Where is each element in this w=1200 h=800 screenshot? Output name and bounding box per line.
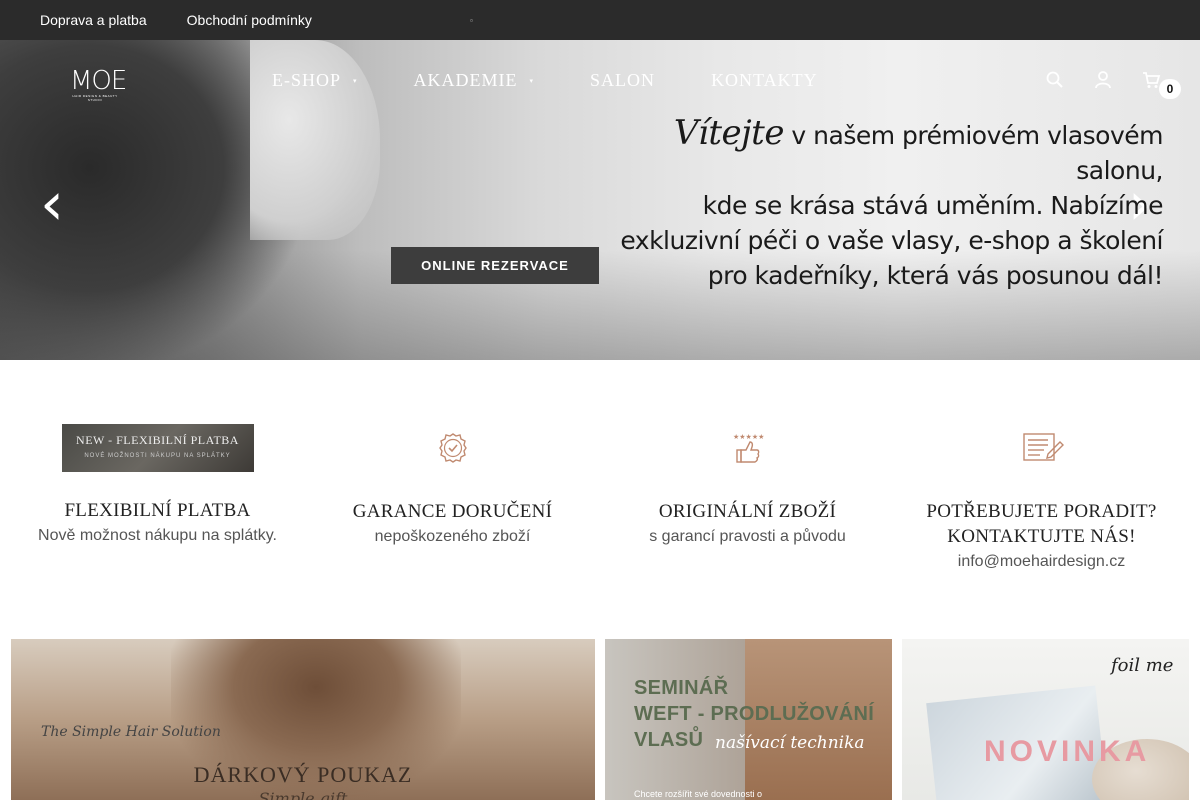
gift-voucher-card[interactable]: The Simple Hair Solution DÁRKOVÝ POUKAZ … [11, 639, 595, 800]
feature-desc: nepoškozeného zboží [374, 528, 531, 545]
contact-note-icon [1022, 433, 1064, 461]
headline-line2: kde se krása stává uměním. Nabízíme [702, 191, 1164, 220]
headline-script: Vítejte [673, 113, 785, 153]
prev-slide-arrow[interactable]: ‹ [40, 174, 64, 234]
voucher-script: The Simple Hair Solution [41, 724, 221, 740]
nav-salon-label: SALON [590, 70, 656, 90]
seminar-card[interactable]: SEMINÁŘ WEFT - PRODLUŽOVÁNÍ VLASŮ našíva… [605, 639, 892, 800]
features-strip: NEW - FLEXIBILNÍ PLATBA NOVÉ MOŽNOSTI NÁ… [0, 360, 1200, 620]
badge-check-icon [438, 433, 467, 463]
search-icon[interactable] [1045, 70, 1065, 90]
site-logo[interactable]: MOE HAIR DESIGN & BEAUTY STUDIO [70, 66, 127, 102]
feature-desc: s garancí pravosti a původu [649, 528, 846, 545]
seminar-line1: SEMINÁŘ [634, 677, 729, 699]
feature-original-goods: ★★★★★ ORIGINÁLNÍ ZBOŽÍ s garancí pravost… [600, 424, 895, 549]
feature-delivery-guarantee: GARANCE DORUČENÍ nepoškozeného zboží [305, 424, 600, 549]
link-terms[interactable]: Obchodní podmínky [187, 12, 312, 28]
nav-eshop[interactable]: E-SHOP ▾ [272, 70, 358, 91]
novinka-title: NOVINKA [984, 735, 1151, 768]
nav-eshop-label: E-SHOP [272, 70, 342, 90]
headline-line1: v našem prémiovém vlasovém salonu, [783, 121, 1163, 185]
feature-title: GARANCE DORUČENÍ [352, 501, 553, 522]
link-shipping-payment[interactable]: Doprava a platba [40, 12, 147, 28]
logo-subtitle: HAIR DESIGN & BEAUTY STUDIO [72, 94, 118, 102]
novinka-card[interactable]: foil me NOVINKA [902, 639, 1189, 800]
logo-mark: MOE [70, 66, 127, 96]
nav-akademie[interactable]: AKADEMIE ▾ [414, 70, 535, 91]
seminar-script: našívací technika [715, 733, 865, 753]
feature-title: ORIGINÁLNÍ ZBOŽÍ [658, 501, 837, 522]
hero-headline: Vítejte v našem prémiovém vlasovém salon… [603, 116, 1163, 293]
nav-akademie-label: AKADEMIE [413, 70, 518, 90]
top-bar: Doprava a platba Obchodní podmínky ▫ [0, 0, 1200, 40]
headline-line3: exkluzivní péči o vaše vlasy, e-shop a š… [620, 226, 1163, 255]
chevron-down-icon: ▾ [353, 76, 358, 85]
chevron-down-icon: ▾ [529, 76, 535, 85]
headline-line4: pro kadeřníky, která vás posunou dál! [707, 261, 1164, 290]
novinka-script: foil me [1111, 655, 1174, 676]
contact-email-link[interactable]: info@moehairdesign.cz [894, 549, 1189, 574]
nav-kontakty[interactable]: KONTAKTY [711, 70, 818, 91]
online-booking-button[interactable]: ONLINE REZERVACE [391, 247, 599, 284]
main-nav: E-SHOP ▾ AKADEMIE ▾ SALON KONTAKTY [272, 70, 818, 91]
thumbs-up-stars-icon: ★★★★★ [733, 433, 764, 463]
banner-title: NEW - FLEXIBILNÍ PLATBA [76, 433, 239, 447]
feature-title-line2: KONTAKTUJTE NÁS! [947, 526, 1136, 547]
hero-slider: MOE HAIR DESIGN & BEAUTY STUDIO E-SHOP ▾… [0, 40, 1200, 360]
seminar-line2: WEFT - PRODLUŽOVÁNÍ [634, 703, 875, 725]
banner-subtitle: NOVÉ MOŽNOSTI NÁKUPU NA SPLÁTKY [84, 453, 231, 459]
cart-icon[interactable] [1141, 70, 1161, 90]
nav-salon[interactable]: SALON [590, 70, 655, 91]
feature-title: FLEXIBILNÍ PLATBA [64, 500, 251, 521]
feature-contact: POTŘEBUJETE PORADIT? KONTAKTUJTE NÁS! in… [894, 424, 1189, 574]
seminar-line3: VLASŮ [634, 729, 704, 751]
account-icon[interactable] [1093, 70, 1113, 90]
cart-count-badge: 0 [1159, 79, 1181, 99]
seminar-teaser: Chcete rozšířit své dovednosti o [634, 789, 763, 799]
language-toggle[interactable]: ▫ [470, 16, 473, 25]
feature-title: POTŘEBUJETE PORADIT? [926, 501, 1157, 522]
feature-flexible-payment: NEW - FLEXIBILNÍ PLATBA NOVÉ MOŽNOSTI NÁ… [10, 424, 305, 548]
svg-text:★★★★★: ★★★★★ [733, 433, 764, 441]
voucher-title: DÁRKOVÝ POUKAZ [193, 762, 413, 787]
flexible-payment-banner[interactable]: NEW - FLEXIBILNÍ PLATBA NOVÉ MOŽNOSTI NÁ… [61, 424, 254, 472]
nav-kontakty-label: KONTAKTY [711, 70, 818, 90]
feature-desc: Nově možnost nákupu na splátky. [38, 527, 277, 544]
voucher-subtitle: Simple gift [258, 789, 348, 800]
